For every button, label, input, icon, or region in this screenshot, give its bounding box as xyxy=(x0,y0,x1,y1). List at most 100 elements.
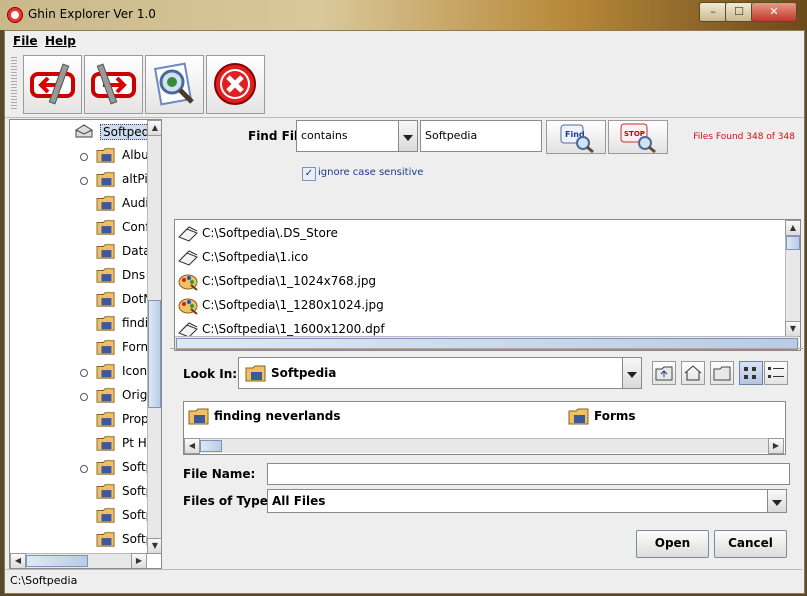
tree-item[interactable]: Conf xyxy=(10,216,150,240)
tree-item[interactable]: findi xyxy=(10,312,148,336)
status-path: C:\Softpedia xyxy=(10,574,78,587)
find-query-input[interactable]: Softpedia xyxy=(420,120,542,152)
tree-hscroll[interactable]: ◀ ▶ xyxy=(10,553,147,568)
folder-icon xyxy=(96,532,115,547)
folder-tree[interactable]: Softpedia Albu altPi Audi Conf Data Dns DotN fi… xyxy=(9,119,162,569)
close-button[interactable]: ✕ xyxy=(751,2,797,22)
tree-expander[interactable] xyxy=(80,393,88,401)
tree-scroll-down[interactable]: ▼ xyxy=(147,538,161,554)
stop-button[interactable]: STOP xyxy=(608,120,668,154)
up-folder-button[interactable] xyxy=(652,361,676,385)
forward-button[interactable] xyxy=(84,55,143,114)
back-button[interactable] xyxy=(23,55,82,114)
chevron-down-icon[interactable] xyxy=(622,358,641,388)
results-vscroll[interactable]: ▲ ▼ xyxy=(785,220,800,337)
maximize-button[interactable]: ☐ xyxy=(725,2,753,22)
dir-item[interactable]: Forms xyxy=(568,406,768,426)
file-name-input[interactable] xyxy=(267,463,790,485)
results-scroll-up[interactable]: ▲ xyxy=(785,220,800,236)
menu-bar: File Help xyxy=(5,31,804,51)
app-icon[interactable] xyxy=(7,7,23,23)
tree-item[interactable]: Softp xyxy=(10,504,153,528)
tree-item[interactable]: Albu xyxy=(10,144,149,168)
dir-hscroll[interactable]: ◀ ▶ xyxy=(184,438,784,454)
ignore-case-label: ignore case sensitive xyxy=(318,167,424,178)
tree-item[interactable]: Data xyxy=(10,240,151,264)
toolbar-grip[interactable] xyxy=(11,57,17,111)
tree-scroll-left[interactable]: ◀ xyxy=(10,553,26,568)
results-list[interactable]: C:\Softpedia\.DS_Store C:\Softpedia\1.ico… xyxy=(174,219,801,351)
tree-expander[interactable] xyxy=(80,369,88,377)
tree-item[interactable]: Icon xyxy=(10,360,148,384)
chevron-down-icon[interactable] xyxy=(398,121,417,151)
list-view-button[interactable] xyxy=(739,361,763,385)
minimize-button[interactable]: – xyxy=(699,2,727,22)
tree-expander[interactable] xyxy=(80,177,88,185)
result-path: C:\Softpedia\1.ico xyxy=(202,250,309,264)
tree-item[interactable]: Audi xyxy=(10,192,149,216)
tree-hscroll-thumb[interactable] xyxy=(26,555,88,567)
file-name-label: File Name: xyxy=(183,467,256,481)
file-icon xyxy=(178,226,198,242)
tree-expander[interactable] xyxy=(80,153,88,161)
folder-icon xyxy=(96,148,115,163)
tree-item[interactable]: Prop xyxy=(10,408,149,432)
home-button[interactable] xyxy=(681,361,705,385)
result-row[interactable]: C:\Softpedia\.DS_Store xyxy=(175,221,783,245)
look-in-label: Look In: xyxy=(183,367,237,381)
tree-item[interactable]: Softp xyxy=(10,528,153,552)
dir-scroll-right[interactable]: ▶ xyxy=(768,438,784,454)
tree-item[interactable]: Softp xyxy=(10,480,153,504)
tree-item[interactable]: Softp xyxy=(10,456,153,480)
tree-scroll-up[interactable]: ▲ xyxy=(147,120,161,136)
tree-item[interactable]: Forn xyxy=(10,336,148,360)
folder-icon xyxy=(96,244,115,259)
tree-expander[interactable] xyxy=(80,465,88,473)
tree-item[interactable]: Pt H xyxy=(10,432,148,456)
folder-icon xyxy=(568,408,589,425)
directory-list[interactable]: finding neverlands Forms ◀ ▶ xyxy=(183,401,786,455)
menu-file[interactable]: File xyxy=(13,34,38,48)
cancel-button[interactable]: Cancel xyxy=(714,530,787,558)
toolbar xyxy=(5,51,804,118)
new-folder-button[interactable] xyxy=(710,361,734,385)
result-row[interactable]: C:\Softpedia\1_1280x1024.jpg xyxy=(175,293,783,317)
tree-root[interactable]: Softpedia xyxy=(10,120,161,144)
files-of-type-select[interactable]: All Files xyxy=(267,489,787,513)
preview-button[interactable] xyxy=(145,55,204,114)
list-view-icon xyxy=(744,367,756,379)
results-scroll-down[interactable]: ▼ xyxy=(785,321,800,337)
tree-item[interactable]: altPi xyxy=(10,168,148,192)
results-scroll-thumb[interactable] xyxy=(786,236,800,250)
result-row[interactable]: C:\Softpedia\1_1024x768.jpg xyxy=(175,269,783,293)
files-found-count: Files Found 348 of 348 xyxy=(693,132,795,142)
look-in-value: Softpedia xyxy=(271,366,337,380)
chevron-down-icon[interactable] xyxy=(767,490,786,512)
title-bar[interactable]: Ghin Explorer Ver 1.0 – ☐ ✕ xyxy=(0,0,807,30)
open-button[interactable]: Open xyxy=(636,530,709,558)
back-icon xyxy=(30,63,75,105)
dir-item[interactable]: finding neverlands xyxy=(188,406,408,426)
folder-icon xyxy=(96,268,115,283)
stop-icon: STOP xyxy=(620,123,656,154)
ignore-case-checkbox[interactable]: ✓ xyxy=(302,167,316,181)
tree-item[interactable]: Dns xyxy=(10,264,148,288)
dir-hscroll-thumb[interactable] xyxy=(200,440,222,452)
tree-item[interactable]: Origi xyxy=(10,384,151,408)
exit-button[interactable] xyxy=(206,55,265,114)
find-mode-value: contains xyxy=(301,129,348,142)
tree-item-label: altPi xyxy=(122,172,148,186)
find-mode-select[interactable]: contains xyxy=(296,120,418,152)
find-icon: Find xyxy=(560,124,594,154)
dir-scroll-left[interactable]: ◀ xyxy=(184,438,200,454)
menu-help[interactable]: Help xyxy=(45,34,76,48)
tree-vscroll[interactable]: ▲ ▼ xyxy=(147,120,161,554)
details-view-button[interactable] xyxy=(764,361,788,385)
pane-splitter[interactable] xyxy=(162,119,170,569)
look-in-select[interactable]: Softpedia xyxy=(238,357,642,389)
tree-item[interactable]: DotN xyxy=(10,288,152,312)
result-row[interactable]: C:\Softpedia\1.ico xyxy=(175,245,783,269)
tree-scroll-thumb[interactable] xyxy=(148,300,161,408)
tree-scroll-right[interactable]: ▶ xyxy=(131,553,147,568)
find-button[interactable]: Find xyxy=(546,120,606,154)
